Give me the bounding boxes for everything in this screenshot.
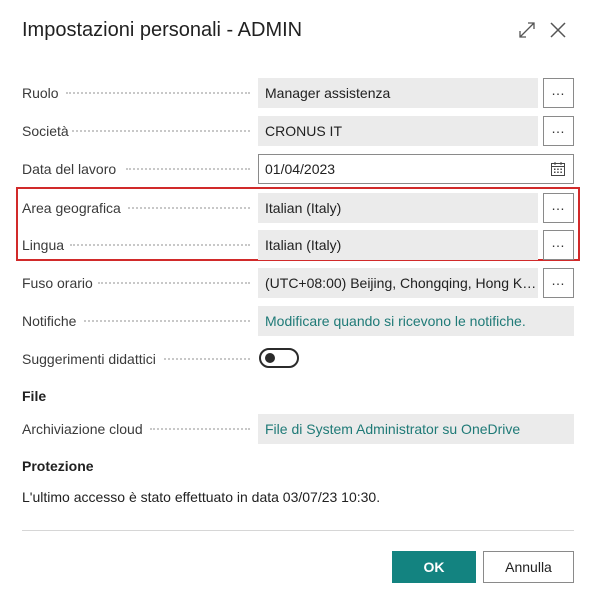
label-leader [84, 320, 250, 322]
fuso-orario-lookup-button[interactable]: … [543, 268, 574, 298]
ellipsis-icon: … [551, 82, 566, 98]
label-leader [72, 130, 250, 132]
toggle-knob [265, 353, 275, 363]
row-societa: Società CRONUS IT … [0, 116, 596, 146]
societa-field[interactable]: CRONUS IT [258, 116, 538, 146]
row-data-lavoro: Data del lavoro 01/04/2023 [0, 154, 596, 184]
row-area-geografica: Area geografica Italian (Italy) … [0, 193, 596, 223]
fuso-orario-field[interactable]: (UTC+08:00) Beijing, Chongqing, Hong Kon… [258, 268, 538, 298]
label-suggerimenti: Suggerimenti didattici [22, 351, 156, 367]
archiviazione-link[interactable]: File di System Administrator su OneDrive [258, 414, 574, 444]
ruolo-field[interactable]: Manager assistenza [258, 78, 538, 108]
label-fuso-orario: Fuso orario [22, 275, 93, 291]
work-date-input[interactable]: 01/04/2023 [258, 154, 574, 184]
ok-button[interactable]: OK [392, 551, 476, 583]
suggerimenti-toggle[interactable] [259, 348, 299, 368]
ellipsis-icon: … [551, 234, 566, 250]
ruolo-lookup-button[interactable]: … [543, 78, 574, 108]
notifiche-link[interactable]: Modificare quando si ricevono le notific… [258, 306, 574, 336]
expand-icon[interactable] [514, 17, 540, 43]
ellipsis-icon: … [551, 197, 566, 213]
row-ruolo: Ruolo Manager assistenza … [0, 78, 596, 108]
area-geografica-lookup-button[interactable]: … [543, 193, 574, 223]
dialog-title: Impostazioni personali - ADMIN [22, 19, 303, 41]
label-notifiche: Notifiche [22, 313, 77, 329]
work-date-value: 01/04/2023 [265, 161, 336, 177]
ellipsis-icon: … [551, 120, 566, 136]
cancel-button[interactable]: Annulla [483, 551, 574, 583]
label-leader [126, 168, 250, 170]
calendar-icon[interactable] [550, 161, 566, 177]
label-area-geografica: Area geografica [22, 200, 121, 216]
label-leader [164, 358, 250, 360]
label-leader [70, 244, 250, 246]
label-leader [98, 282, 250, 284]
row-archiviazione: Archiviazione cloud File di System Admin… [0, 414, 596, 444]
label-societa: Società [22, 123, 69, 139]
label-archiviazione: Archiviazione cloud [22, 421, 143, 437]
lingua-field[interactable]: Italian (Italy) [258, 230, 538, 260]
section-file-heading: File [22, 388, 47, 404]
lingua-lookup-button[interactable]: … [543, 230, 574, 260]
last-access-text: L'ultimo accesso è stato effettuato in d… [22, 489, 381, 505]
section-protezione-heading: Protezione [22, 458, 94, 474]
label-lingua: Lingua [22, 237, 65, 253]
row-suggerimenti: Suggerimenti didattici [0, 344, 596, 374]
label-leader [128, 207, 250, 209]
label-leader [150, 428, 250, 430]
label-data-lavoro: Data del lavoro [22, 161, 117, 177]
area-geografica-field[interactable]: Italian (Italy) [258, 193, 538, 223]
label-ruolo: Ruolo [22, 85, 59, 101]
footer-divider [22, 530, 574, 531]
row-fuso-orario: Fuso orario (UTC+08:00) Beijing, Chongqi… [0, 268, 596, 298]
close-icon[interactable] [545, 17, 571, 43]
row-notifiche: Notifiche Modificare quando si ricevono … [0, 306, 596, 336]
row-lingua: Lingua Italian (Italy) … [0, 230, 596, 260]
ellipsis-icon: … [551, 272, 566, 288]
societa-lookup-button[interactable]: … [543, 116, 574, 146]
label-leader [66, 92, 250, 94]
